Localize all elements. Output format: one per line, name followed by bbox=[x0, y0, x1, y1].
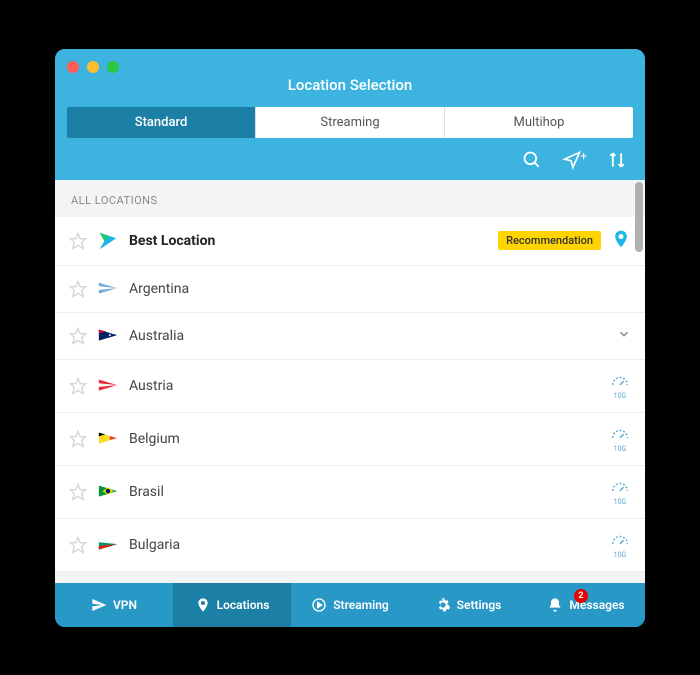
play-circle-icon bbox=[311, 597, 327, 613]
recommendation-badge: Recommendation bbox=[498, 231, 601, 250]
favorite-icon[interactable] bbox=[69, 232, 87, 250]
speed-10g-icon: 10G bbox=[609, 372, 631, 400]
speed-10g-icon: 10G bbox=[609, 425, 631, 453]
titlebar: Location Selection bbox=[55, 49, 645, 107]
chevron-down-icon[interactable] bbox=[617, 326, 631, 345]
list-item[interactable]: Argentina bbox=[55, 266, 645, 313]
location-label: Australia bbox=[129, 328, 609, 344]
app-window: Location Selection Standard Streaming Mu… bbox=[55, 49, 645, 627]
scrollbar[interactable] bbox=[635, 182, 643, 252]
list-item[interactable]: Austria 10G bbox=[55, 360, 645, 413]
nav-label: Settings bbox=[457, 598, 502, 612]
flag-austria-icon bbox=[97, 375, 119, 397]
favorite-icon[interactable] bbox=[69, 430, 87, 448]
favorite-icon[interactable] bbox=[69, 280, 87, 298]
messages-badge: 2 bbox=[574, 589, 588, 603]
paper-plane-icon bbox=[91, 597, 107, 613]
nav-label: VPN bbox=[113, 598, 137, 612]
nav-messages[interactable]: 2 Messages bbox=[527, 583, 645, 627]
favorite-icon[interactable] bbox=[69, 536, 87, 554]
section-header: ALL LOCATIONS bbox=[55, 180, 645, 217]
navigate-icon[interactable]: + bbox=[562, 150, 587, 170]
location-label: Austria bbox=[129, 378, 599, 394]
bell-icon bbox=[547, 597, 563, 613]
flag-belgium-icon bbox=[97, 428, 119, 450]
tab-standard[interactable]: Standard bbox=[67, 107, 256, 138]
list-item[interactable]: Belgium 10G bbox=[55, 413, 645, 466]
close-icon[interactable] bbox=[67, 61, 79, 73]
location-label: Argentina bbox=[129, 281, 631, 297]
list-item[interactable]: Australia bbox=[55, 313, 645, 360]
nav-locations[interactable]: Locations bbox=[173, 583, 291, 627]
location-pin-icon bbox=[195, 597, 211, 613]
tab-multihop[interactable]: Multihop bbox=[445, 107, 633, 138]
search-icon[interactable] bbox=[522, 150, 542, 170]
mode-tabs: Standard Streaming Multihop bbox=[67, 107, 633, 138]
sort-icon[interactable] bbox=[607, 150, 627, 170]
location-label: Best Location bbox=[129, 233, 488, 249]
location-label: Bulgaria bbox=[129, 537, 599, 553]
flag-brasil-icon bbox=[97, 481, 119, 503]
flag-australia-icon bbox=[97, 325, 119, 347]
window-controls bbox=[67, 61, 119, 73]
favorite-icon[interactable] bbox=[69, 483, 87, 501]
location-label: Belgium bbox=[129, 431, 599, 447]
page-title: Location Selection bbox=[288, 76, 412, 94]
nav-label: Streaming bbox=[333, 598, 389, 612]
nav-label: Locations bbox=[217, 598, 270, 612]
speed-10g-icon: 10G bbox=[609, 531, 631, 559]
location-label: Brasil bbox=[129, 484, 599, 500]
bottom-nav: VPN Locations Streaming Settings 2 Mes bbox=[55, 583, 645, 627]
maximize-icon[interactable] bbox=[107, 61, 119, 73]
location-list: ALL LOCATIONS Best Location Recommendati… bbox=[55, 180, 645, 583]
nav-settings[interactable]: Settings bbox=[409, 583, 527, 627]
nav-streaming[interactable]: Streaming bbox=[291, 583, 409, 627]
list-item[interactable]: Brasil 10G bbox=[55, 466, 645, 519]
location-pin-icon bbox=[611, 229, 631, 253]
flag-argentina-icon bbox=[97, 278, 119, 300]
tab-streaming[interactable]: Streaming bbox=[256, 107, 445, 138]
minimize-icon[interactable] bbox=[87, 61, 99, 73]
list-item[interactable]: Best Location Recommendation bbox=[55, 217, 645, 266]
speed-10g-icon: 10G bbox=[609, 478, 631, 506]
best-location-icon bbox=[97, 230, 119, 252]
favorite-icon[interactable] bbox=[69, 377, 87, 395]
flag-bulgaria-icon bbox=[97, 534, 119, 556]
gear-icon bbox=[435, 597, 451, 613]
list-item[interactable]: Bulgaria 10G bbox=[55, 519, 645, 572]
nav-vpn[interactable]: VPN bbox=[55, 583, 173, 627]
toolbar: + bbox=[55, 138, 645, 180]
favorite-icon[interactable] bbox=[69, 327, 87, 345]
